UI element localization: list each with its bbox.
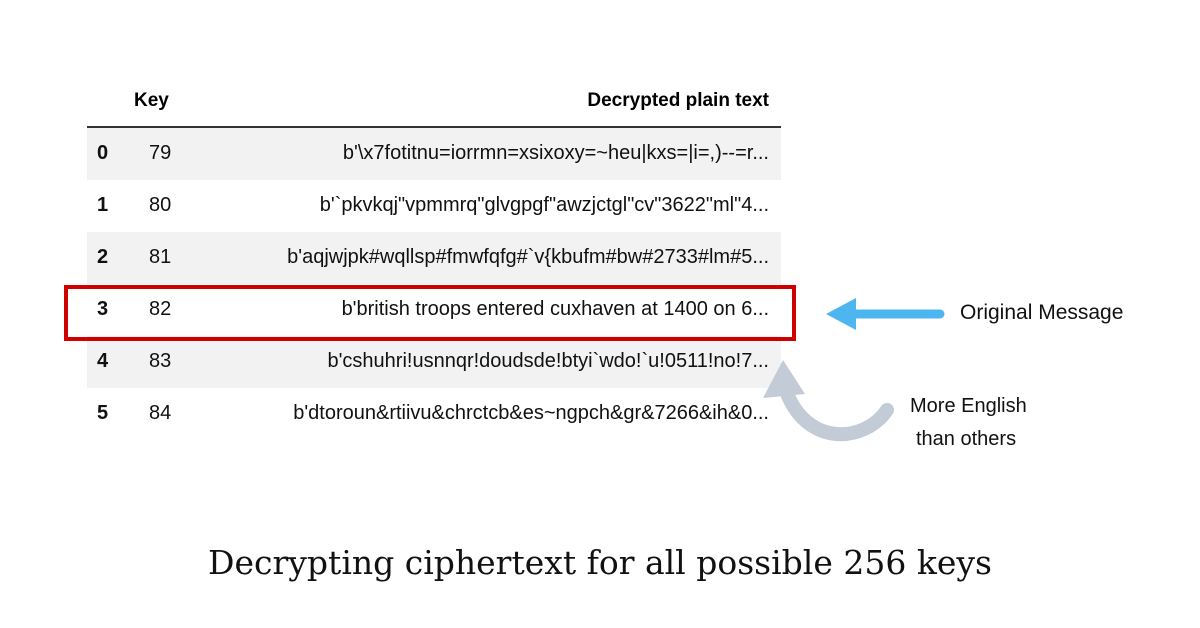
header-text: Decrypted plain text: [587, 90, 769, 111]
row-key: 81: [149, 246, 172, 268]
table-row: 2 81 b'aqjwjpk#wqllsp#fmwfqfg#`v{kbufm#bw#…: [87, 232, 781, 284]
original-message-label: Original Message: [960, 301, 1124, 324]
row-key: 79: [149, 142, 172, 164]
arrow-left-icon: [826, 298, 945, 330]
row-index: 5: [97, 402, 109, 424]
row-text: b'`pkvkqj"vpmmrq"glvgpgf"awzjctgl"cv"362…: [319, 194, 769, 216]
table-row: 1 80 b'`pkvkqj"vpmmrq"glvgpgf"awzjctgl"cv"…: [87, 180, 781, 232]
row-index: 4: [97, 350, 109, 372]
row-index: 1: [97, 194, 109, 216]
highlight-box: [64, 285, 796, 341]
row-text: b'dtoroun&rtiivu&chrctcb&es~ngpch&gr&726…: [293, 402, 769, 424]
row-index: 0: [97, 142, 109, 164]
row-index: 2: [97, 246, 109, 268]
more-english-label-1: More English: [910, 395, 1027, 417]
row-text: b'\x7fotitnu=iorrmn=xsixoxy=~heu|kxs=|i=…: [342, 142, 769, 164]
table-row: 0 79 b'\x7fotitnu=iorrmn=xsixoxy=~heu|kxs=…: [87, 128, 781, 180]
curved-arrow-icon: [763, 360, 894, 442]
table-row: 4 83 b'cshuhri!usnnqr!doudsde!btyi`wdo!`u!…: [87, 336, 781, 388]
row-key: 83: [149, 350, 172, 372]
table-header: Key Decrypted plain text: [87, 82, 781, 128]
row-text: b'aqjwjpk#wqllsp#fmwfqfg#`v{kbufm#bw#273…: [287, 246, 769, 268]
more-english-label-2: than others: [916, 428, 1017, 450]
row-key: 80: [149, 194, 172, 216]
caption: Decrypting ciphertext for all possible 2…: [208, 543, 992, 582]
row-text: b'cshuhri!usnnqr!doudsde!btyi`wdo!`u!051…: [327, 350, 769, 372]
table-row: 5 84 b'dtoroun&rtiivu&chrctcb&es~ngpch&gr&…: [87, 388, 781, 440]
decryption-table: Key Decrypted plain text 0 79 b'\x7fotitnu…: [87, 82, 781, 440]
header-key: Key: [134, 90, 169, 111]
row-key: 84: [149, 402, 172, 424]
